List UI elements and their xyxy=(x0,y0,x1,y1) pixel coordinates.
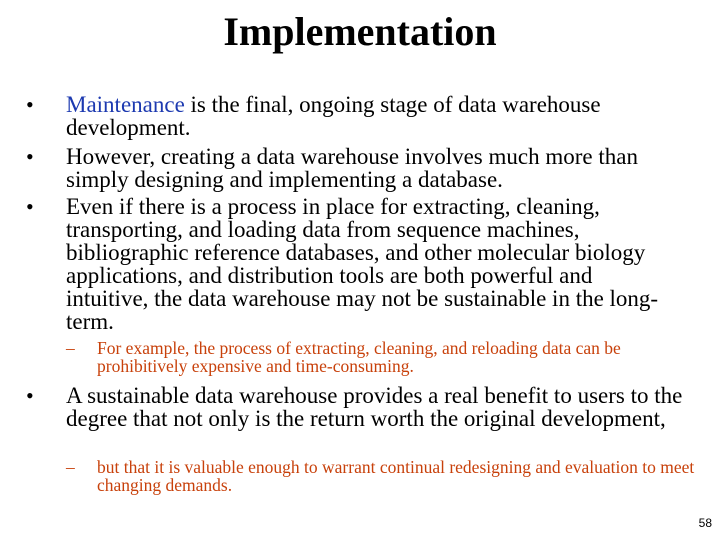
page-number: 58 xyxy=(698,516,712,530)
bullet-item: • Maintenance is the final, ongoing stag… xyxy=(26,92,706,139)
bullet-item: • However, creating a data warehouse inv… xyxy=(26,144,706,192)
bullet-text: Even if there is a process in place for … xyxy=(66,194,659,334)
sub-bullet-text: but that it is valuable enough to warran… xyxy=(97,457,695,495)
slide-title: Implementation xyxy=(223,9,497,54)
sub-bullet-item: – For example, the process of extracting… xyxy=(66,338,697,376)
sub-bullet-marker: – xyxy=(66,457,75,477)
sub-bullet-text: For example, the process of extracting, … xyxy=(97,338,621,376)
bullet-marker: • xyxy=(26,144,34,169)
sub-bullet-item: – but that it is valuable enough to warr… xyxy=(66,457,697,495)
bullet-marker: • xyxy=(26,383,34,408)
bullet-marker: • xyxy=(26,194,34,219)
bullet-marker: • xyxy=(26,92,34,117)
bullet-item: • A sustainable data warehouse provides … xyxy=(26,383,686,431)
bullet-item: • Even if there is a process in place fo… xyxy=(26,194,666,334)
bullet-text: However, creating a data warehouse invol… xyxy=(66,144,638,192)
highlighted-term: Maintenance xyxy=(66,92,185,117)
sub-bullet-marker: – xyxy=(66,338,75,358)
bullet-text: A sustainable data warehouse provides a … xyxy=(66,383,683,431)
